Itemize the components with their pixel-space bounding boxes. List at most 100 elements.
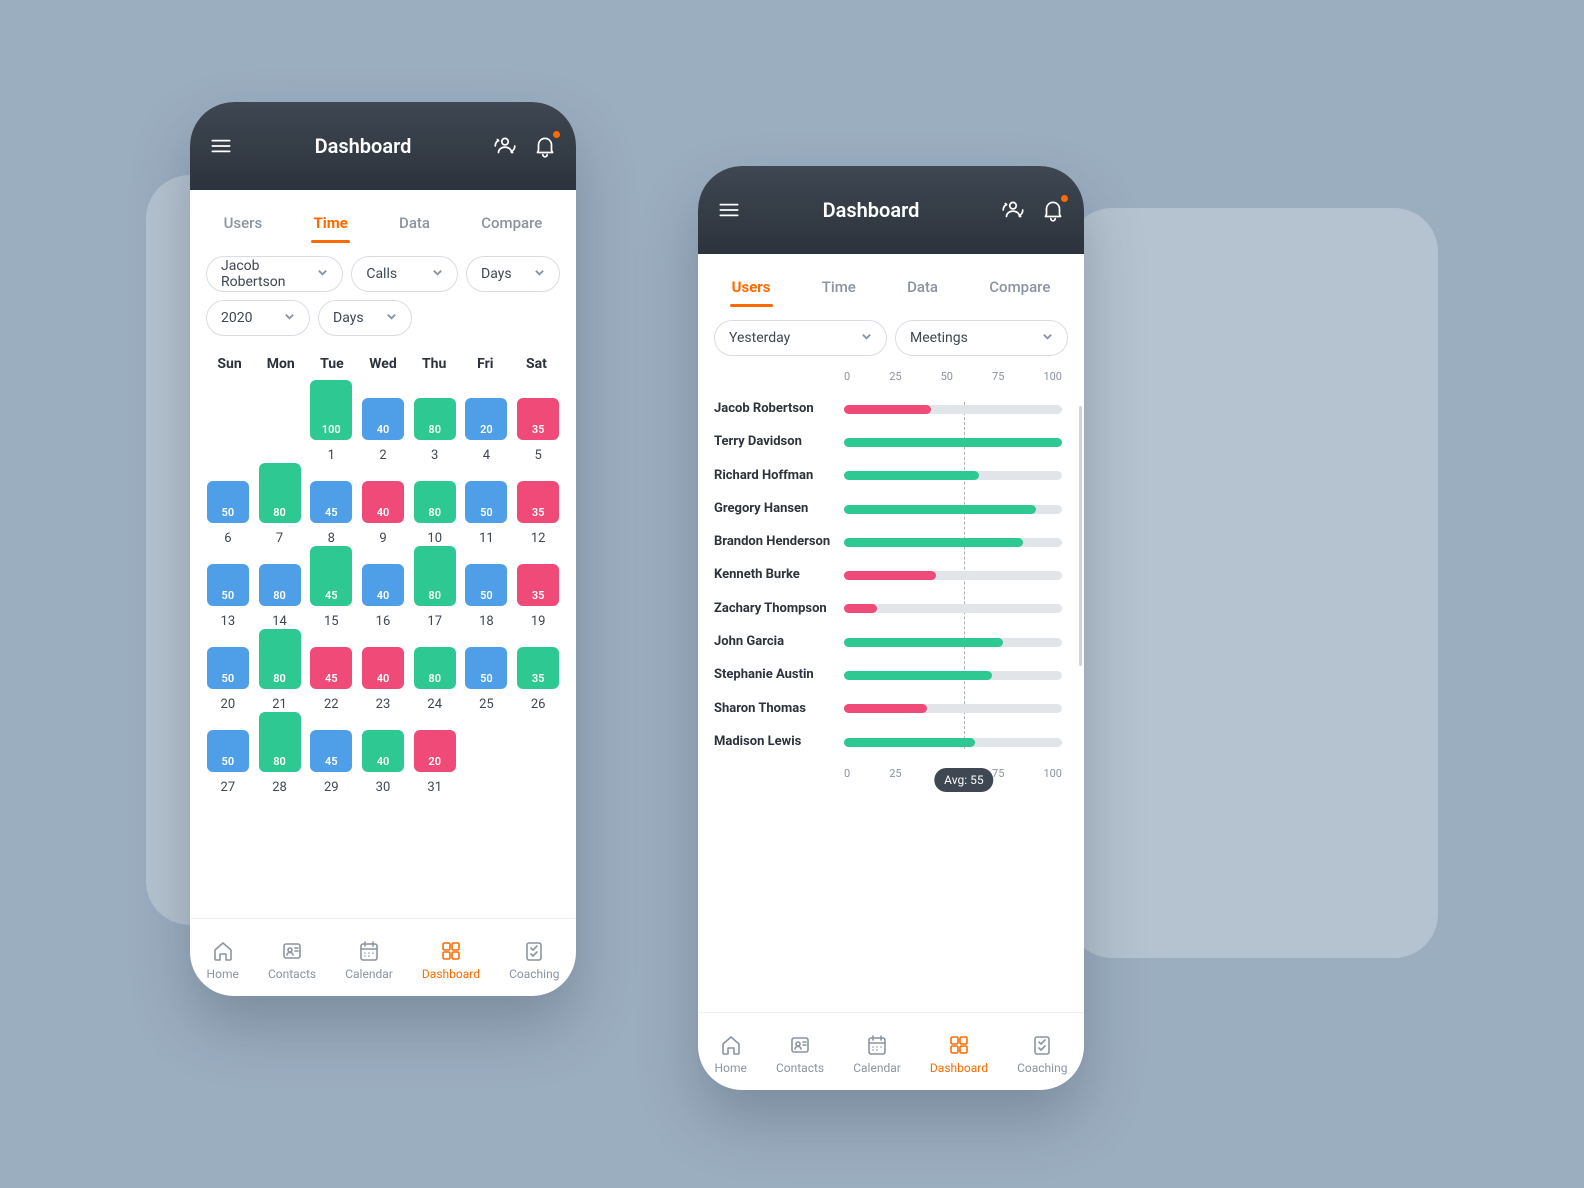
calendar-cell[interactable] [463,730,511,795]
nav-contacts[interactable]: Contacts [776,1033,824,1075]
tab-users[interactable]: Users [730,274,773,306]
calendar-cell[interactable]: 4515 [307,564,355,629]
switch-user-icon[interactable] [492,133,518,159]
metric-block: 45 [310,647,352,689]
filter-year[interactable]: 2020 [206,300,310,336]
menu-icon[interactable] [716,197,742,223]
day-number: 4 [483,448,490,463]
calendar-cell[interactable]: 458 [307,481,355,546]
nav-home[interactable]: Home [715,1033,747,1075]
calendar-cell[interactable]: 506 [204,481,252,546]
nav-coaching[interactable]: Coaching [1017,1033,1067,1075]
calendar-cell[interactable]: 2031 [411,730,459,795]
day-number: 5 [534,448,541,463]
nav-dashboard[interactable]: Dashboard [930,1033,988,1075]
chevron-down-icon [284,310,295,326]
calendar-cell[interactable]: 3512 [514,481,562,546]
nav-calendar[interactable]: Calendar [853,1033,901,1075]
calendar-cell[interactable]: 803 [411,398,459,463]
calendar-cell[interactable]: 402 [359,398,407,463]
day-number: 20 [221,697,236,712]
calendar-cell[interactable]: 8014 [256,564,304,629]
tab-data[interactable]: Data [397,210,432,242]
calendar-cell[interactable]: 4016 [359,564,407,629]
calendar-cell[interactable]: 3519 [514,564,562,629]
day-number: 26 [531,697,546,712]
tab-compare[interactable]: Compare [479,210,544,242]
header-title: Dashboard [742,198,1000,222]
calendar-cell[interactable]: 4030 [359,730,407,795]
menu-icon[interactable] [208,133,234,159]
calendar-cell[interactable]: 4522 [307,647,355,712]
filter-unit2[interactable]: Days [318,300,412,336]
calendar-day-headers: SunMonTueWedThuFriSat [190,346,576,378]
user-row[interactable]: Gregory Hansen [714,502,1068,516]
calendar-cell[interactable]: 204 [463,398,511,463]
user-row[interactable]: Madison Lewis [714,735,1068,749]
dow-label: Thu [409,356,460,372]
metric-block: 100 [310,380,352,440]
calendar-cell[interactable]: 5013 [204,564,252,629]
calendar-cell[interactable]: 80 10 [411,481,459,546]
day-number: 10 [427,531,442,546]
nav-dashboard[interactable]: Dashboard [422,939,480,981]
chevron-down-icon [861,330,872,346]
user-row[interactable]: Kenneth Burke [714,568,1068,582]
tab-time[interactable]: Time [820,274,858,306]
nav-home[interactable]: Home [207,939,239,981]
calendar-cell[interactable]: 4023 [359,647,407,712]
calendar-cell[interactable]: 5018 [463,564,511,629]
user-row[interactable]: Sharon Thomas [714,702,1068,716]
calendar-cell[interactable]: 8021 [256,647,304,712]
user-row[interactable]: Zachary Thompson [714,602,1068,616]
calendar-cell[interactable]: 409 [359,481,407,546]
nav-label: Contacts [268,967,316,981]
tab-data[interactable]: Data [905,274,940,306]
bell-icon[interactable] [532,133,558,159]
bar-track [844,538,1062,547]
nav-coaching[interactable]: Coaching [509,939,559,981]
bell-icon[interactable] [1040,197,1066,223]
nav-contacts[interactable]: Contacts [268,939,316,981]
calendar-cell[interactable]: 807 [256,481,304,546]
user-row[interactable]: Brandon Henderson [714,535,1068,549]
calendar-cell[interactable]: 1001 [307,398,355,463]
calendar-cell[interactable]: 355 [514,398,562,463]
calendar-cell[interactable] [256,398,304,463]
nav-calendar[interactable]: Calendar [345,939,393,981]
filter-user[interactable]: Jacob Robertson [206,256,343,292]
calendar-cell[interactable]: 5011 [463,481,511,546]
calendar-cell[interactable] [514,730,562,795]
tab-compare[interactable]: Compare [987,274,1052,306]
tab-users[interactable]: Users [222,210,265,242]
filter-metric[interactable]: Calls [351,256,458,292]
calendar-cell[interactable]: 5025 [463,647,511,712]
users-chart: 0255075100 Jacob RobertsonTerry Davidson… [698,366,1084,780]
user-row[interactable]: Stephanie Austin [714,668,1068,682]
user-row[interactable]: Jacob Robertson [714,402,1068,416]
switch-user-icon[interactable] [1000,197,1026,223]
scrollbar[interactable] [1079,406,1082,666]
filter-range[interactable]: Yesterday [714,320,887,356]
day-number: 18 [479,614,494,629]
user-row[interactable]: Richard Hoffman [714,469,1068,483]
calendar-cell[interactable]: 5027 [204,730,252,795]
user-row[interactable]: John Garcia [714,635,1068,649]
calendar-cell[interactable]: 5020 [204,647,252,712]
tab-time[interactable]: Time [311,210,349,242]
metric-block: 80 [414,481,456,523]
bar-track [844,704,1062,713]
calendar-cell[interactable]: 8028 [256,730,304,795]
user-name: Sharon Thomas [714,702,844,716]
filter-metric[interactable]: Meetings [895,320,1068,356]
calendar-cell[interactable]: 8017 [411,564,459,629]
calendar-cell[interactable]: 3526 [514,647,562,712]
metric-block: 80 [259,564,301,606]
bar-fill [844,604,877,613]
calendar-cell[interactable] [204,398,252,463]
calendar-cell[interactable]: 8024 [411,647,459,712]
user-row[interactable]: Terry Davidson [714,435,1068,449]
bar-track [844,405,1062,414]
filter-unit1[interactable]: Days [466,256,560,292]
calendar-cell[interactable]: 4529 [307,730,355,795]
